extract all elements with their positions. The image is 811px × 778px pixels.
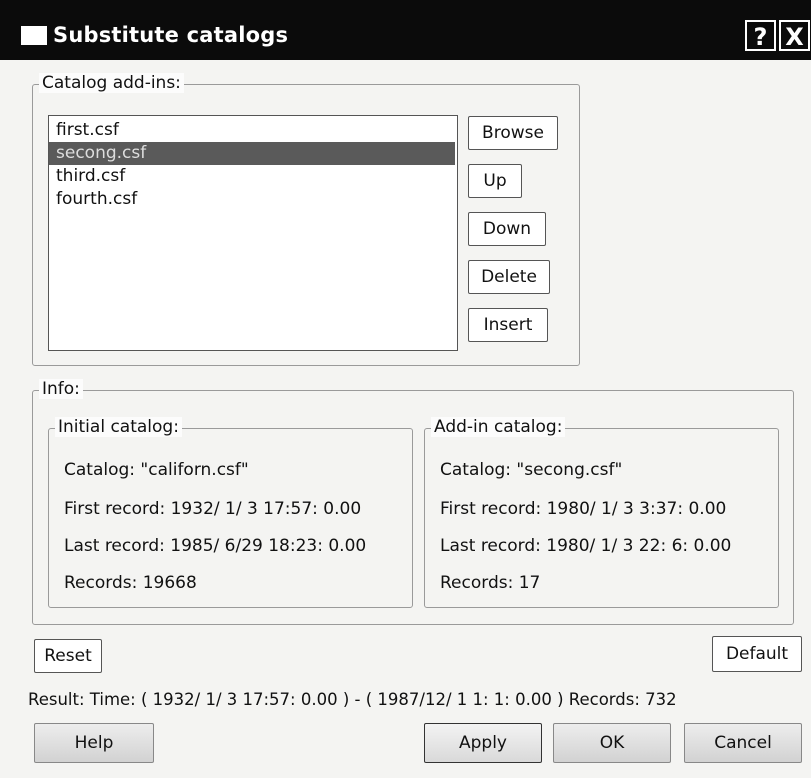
reset-button[interactable]: Reset [34, 639, 102, 673]
addin-catalog-legend: Add-in catalog: [431, 417, 566, 437]
window-icon [21, 26, 47, 45]
delete-button[interactable]: Delete [468, 260, 550, 294]
up-button[interactable]: Up [468, 164, 522, 198]
catalog-addins-list[interactable]: first.csf secong.csf third.csf fourth.cs… [48, 115, 458, 351]
close-button[interactable]: X [779, 20, 810, 51]
window-title: Substitute catalogs [53, 23, 289, 47]
info-legend: Info: [39, 379, 83, 399]
down-button[interactable]: Down [468, 212, 546, 246]
initial-first-record: First record: 1932/ 1/ 3 17:57: 0.00 [64, 499, 362, 519]
help-button[interactable]: Help [34, 723, 154, 763]
help-title-button[interactable]: ? [745, 20, 776, 51]
apply-button[interactable]: Apply [424, 723, 542, 763]
initial-last-record: Last record: 1985/ 6/29 18:23: 0.00 [64, 536, 367, 556]
browse-button[interactable]: Browse [468, 116, 558, 150]
addin-last-record: Last record: 1980/ 1/ 3 22: 6: 0.00 [440, 536, 732, 556]
result-summary: Result: Time: ( 1932/ 1/ 3 17:57: 0.00 )… [28, 690, 677, 709]
ok-button[interactable]: OK [553, 723, 671, 763]
title-bar[interactable]: Substitute catalogs ? X [0, 0, 811, 60]
catalog-addins-legend: Catalog add-ins: [39, 73, 184, 93]
initial-records: Records: 19668 [64, 573, 197, 593]
default-button[interactable]: Default [712, 636, 802, 672]
list-item-selected[interactable]: secong.csf [49, 142, 455, 165]
initial-catalog-legend: Initial catalog: [55, 417, 182, 437]
initial-catalog-name: Catalog: "californ.csf" [64, 460, 249, 480]
insert-button[interactable]: Insert [468, 308, 548, 342]
addin-catalog-name: Catalog: "secong.csf" [440, 460, 623, 480]
cancel-button[interactable]: Cancel [684, 723, 802, 763]
list-item[interactable]: fourth.csf [49, 188, 455, 211]
addin-records: Records: 17 [440, 573, 541, 593]
list-item[interactable]: third.csf [49, 165, 455, 188]
substitute-catalogs-dialog: Substitute catalogs ? X Catalog add-ins:… [0, 0, 811, 778]
addin-first-record: First record: 1980/ 1/ 3 3:37: 0.00 [440, 499, 727, 519]
list-item[interactable]: first.csf [49, 119, 455, 142]
